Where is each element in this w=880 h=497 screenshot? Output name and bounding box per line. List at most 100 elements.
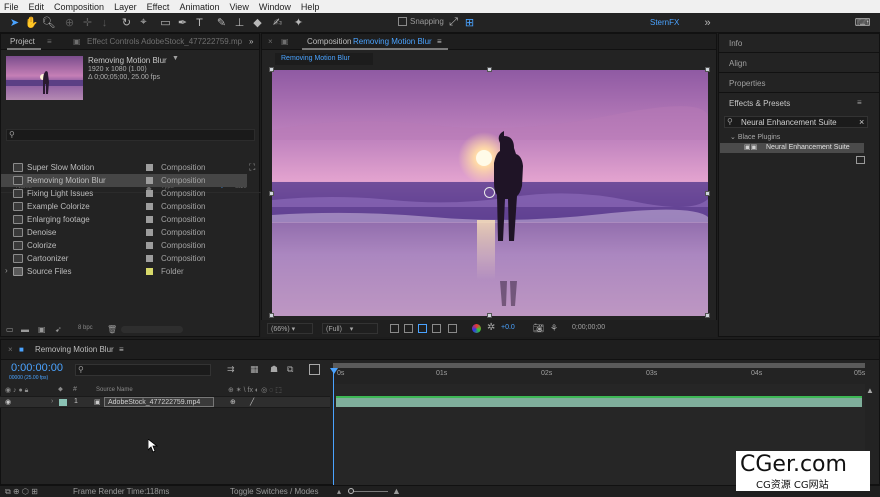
transform-handle-bottom-left[interactable] bbox=[269, 313, 274, 318]
workspaces-overflow-icon[interactable]: » bbox=[700, 15, 715, 30]
properties-panel-tab[interactable]: Properties bbox=[719, 74, 880, 93]
menu-view[interactable]: View bbox=[229, 2, 248, 12]
clear-search-icon[interactable]: × bbox=[859, 117, 864, 127]
bpc-label[interactable]: 8 bpc bbox=[78, 325, 102, 334]
label-color-swatch[interactable] bbox=[146, 216, 153, 223]
menu-icon[interactable]: ≡ bbox=[47, 37, 52, 46]
chevron-down-icon[interactable]: ▼ bbox=[172, 55, 179, 62]
menu-icon[interactable]: ≡ bbox=[119, 345, 124, 354]
effects-presets-panel-tab[interactable]: Effects & Presets ≡ bbox=[719, 94, 880, 113]
menu-icon[interactable]: ≡ bbox=[437, 37, 442, 46]
project-item[interactable]: › Source Files Folder bbox=[1, 265, 247, 278]
label-color-swatch[interactable] bbox=[146, 268, 153, 275]
project-settings-icon[interactable]: ➹ bbox=[55, 325, 65, 334]
close-icon[interactable]: × bbox=[268, 37, 273, 46]
label-color-swatch[interactable] bbox=[146, 229, 153, 236]
tab-composition[interactable]: Composition bbox=[307, 37, 351, 46]
time-ruler[interactable]: 0s 01s 02s 03s 04s 05s bbox=[333, 368, 865, 384]
transform-handle-right[interactable] bbox=[705, 191, 710, 196]
expand-arrow-icon[interactable]: › bbox=[51, 398, 53, 405]
exposure-reset-icon[interactable]: ✲ bbox=[487, 322, 495, 333]
panel-overflow-icon[interactable]: » bbox=[249, 37, 253, 46]
selection-tool-icon[interactable]: ➤ bbox=[7, 15, 22, 30]
project-search-input[interactable]: ⚲ bbox=[6, 129, 255, 141]
pen-tool-icon[interactable]: ✒ bbox=[175, 15, 190, 30]
zoom-in-mountain-icon[interactable]: ▲ bbox=[392, 486, 401, 496]
snapping-checkbox[interactable] bbox=[398, 17, 407, 26]
zoom-tool-icon[interactable]: 🔍︎ bbox=[41, 15, 56, 30]
layer-label-color[interactable] bbox=[59, 399, 67, 406]
dolly-camera-icon[interactable]: ↓ bbox=[97, 15, 112, 30]
expand-arrow-icon[interactable]: › bbox=[5, 266, 8, 275]
snap-features-icon[interactable]: ⊞ bbox=[462, 15, 477, 30]
grid-guides-icon[interactable] bbox=[448, 324, 457, 333]
menu-edit[interactable]: Edit bbox=[29, 2, 45, 12]
zoom-out-icon[interactable]: ▲ bbox=[866, 386, 874, 395]
status-toggle-icons[interactable]: ⧉ ⊕ ⬡ ⊞ bbox=[5, 487, 38, 497]
layer-duration-bar[interactable] bbox=[336, 396, 862, 407]
label-color-swatch[interactable] bbox=[146, 255, 153, 262]
project-item[interactable]: Removing Motion Blur Composition bbox=[1, 174, 247, 187]
anchor-point-icon[interactable] bbox=[484, 187, 495, 198]
menu-composition[interactable]: Composition bbox=[54, 2, 104, 12]
playhead-indicator[interactable] bbox=[333, 368, 334, 485]
label-color-swatch[interactable] bbox=[146, 190, 153, 197]
project-item[interactable]: Enlarging footage Composition bbox=[1, 213, 247, 226]
timeline-search-input[interactable]: ⚲ bbox=[75, 364, 211, 376]
new-bin-icon[interactable] bbox=[856, 156, 865, 164]
comp-mini-flowchart-icon[interactable]: ⇉ bbox=[227, 364, 235, 375]
menu-icon[interactable]: ≡ bbox=[857, 98, 862, 107]
orbit-camera-icon[interactable]: ⊕ bbox=[62, 15, 77, 30]
composition-flow-tab[interactable]: Removing Motion Blur bbox=[275, 53, 373, 65]
menu-animation[interactable]: Animation bbox=[179, 2, 219, 12]
column-source-name[interactable]: Source Name bbox=[96, 387, 133, 393]
current-time-display[interactable]: 0:00:00:00 bbox=[11, 362, 63, 374]
menu-file[interactable]: File bbox=[4, 2, 19, 12]
mask-visibility-icon[interactable] bbox=[418, 324, 427, 333]
flowchart-icon[interactable]: ⛶ bbox=[249, 162, 255, 173]
search-help-icon[interactable]: ⌨ bbox=[855, 15, 871, 30]
zoom-out-mountain-icon[interactable]: ▴ bbox=[337, 487, 341, 496]
snap-edges-icon[interactable]: ⤢ bbox=[446, 15, 461, 30]
pan-camera-icon[interactable]: ✛ bbox=[80, 15, 95, 30]
tab-timeline-comp[interactable]: Removing Motion Blur bbox=[35, 345, 114, 354]
shy-layers-icon[interactable]: ☗ bbox=[270, 364, 278, 375]
fast-previews-icon[interactable] bbox=[390, 324, 399, 333]
timeline-zoom-slider[interactable] bbox=[350, 491, 388, 492]
close-icon[interactable]: × bbox=[8, 345, 13, 354]
visibility-eye-icon[interactable]: ◉ bbox=[5, 398, 11, 406]
brush-tool-icon[interactable]: ✎ bbox=[214, 15, 229, 30]
show-snapshot-icon[interactable]: ⚘ bbox=[550, 323, 558, 334]
transform-handle-bottom-right[interactable] bbox=[705, 313, 710, 318]
anchor-point-tool-icon[interactable]: ⌖ bbox=[136, 15, 151, 30]
snapshot-camera-icon[interactable]: 📷︎ bbox=[533, 323, 544, 334]
frame-blending-icon[interactable]: ⧉ bbox=[287, 364, 293, 375]
resolution-dropdown[interactable]: (Full) ▾ bbox=[322, 323, 378, 334]
transform-handle-top[interactable] bbox=[487, 67, 492, 72]
project-item[interactable]: Denoise Composition bbox=[1, 226, 247, 239]
project-item[interactable]: Fixing Light Issues Composition bbox=[1, 187, 247, 200]
new-folder-icon[interactable]: ▬ bbox=[21, 325, 31, 334]
draft-3d-icon[interactable]: ▦ bbox=[250, 364, 259, 375]
project-item[interactable]: Example Colorize Composition bbox=[1, 200, 247, 213]
new-composition-icon[interactable]: ▣ bbox=[38, 325, 48, 334]
puppet-tool-icon[interactable]: ✦ bbox=[291, 15, 306, 30]
info-panel-tab[interactable]: Info bbox=[719, 34, 880, 53]
quality-switch-icon[interactable]: ╱ bbox=[250, 398, 254, 406]
layer-name[interactable]: AdobeStock_477222759.mp4 bbox=[104, 397, 214, 407]
trash-icon[interactable]: 🗑︎ bbox=[107, 325, 117, 334]
motion-blur-icon[interactable] bbox=[309, 364, 320, 375]
effect-item-neural-enhancement[interactable]: ▣▣ Neural Enhancement Suite bbox=[720, 143, 864, 153]
channel-color-icon[interactable] bbox=[472, 324, 481, 333]
shy-switch-icon[interactable]: ⊕ bbox=[230, 398, 236, 406]
menu-effect[interactable]: Effect bbox=[147, 2, 170, 12]
hand-tool-icon[interactable]: ✋ bbox=[24, 15, 39, 30]
thumbnail-zoom-slider[interactable] bbox=[121, 326, 183, 333]
project-item[interactable]: Super Slow Motion Composition bbox=[1, 161, 247, 174]
transform-handle-bottom[interactable] bbox=[487, 313, 492, 318]
menu-layer[interactable]: Layer bbox=[114, 2, 137, 12]
menu-help[interactable]: Help bbox=[301, 2, 320, 12]
eraser-tool-icon[interactable]: ◆ bbox=[250, 15, 265, 30]
transparency-grid-icon[interactable] bbox=[404, 324, 413, 333]
lock-icon[interactable]: ▣ bbox=[281, 37, 289, 46]
